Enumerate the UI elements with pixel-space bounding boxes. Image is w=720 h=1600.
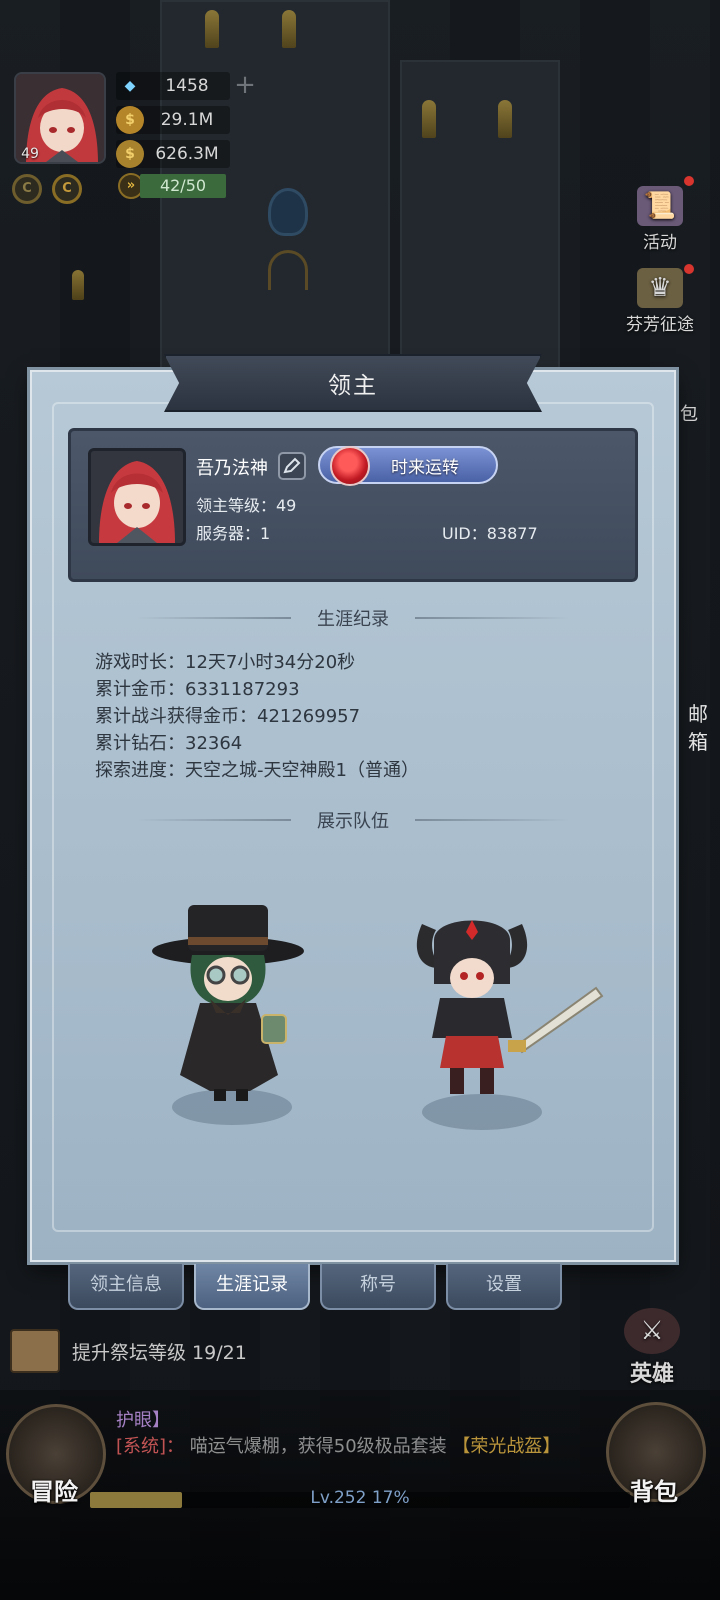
pencil-icon — [283, 457, 301, 474]
crown-icon: ♛ — [637, 268, 683, 308]
stat-total-gold: 累计金币：6331187293 — [95, 679, 300, 700]
tab-titles[interactable]: 称号 — [320, 1264, 436, 1310]
vip-token-icon[interactable]: C — [52, 174, 82, 204]
stat-battle-gold: 累计战斗获得金币：421269957 — [95, 706, 361, 727]
mage-hero-sprite-icon — [152, 905, 304, 1101]
journey-notification-dot — [684, 264, 694, 274]
divider-line — [136, 819, 291, 821]
chat-tag: 护眼】 — [116, 1410, 170, 1431]
coin-counter: $ 626.3M — [116, 140, 230, 168]
team-section-header: 展示队伍 — [136, 808, 570, 832]
lamp-window — [72, 270, 84, 300]
knight-hero-sprite-icon — [416, 920, 604, 1094]
lord-name: 吾乃法神 — [196, 458, 268, 479]
tab-lord-info[interactable]: 领主信息 — [68, 1264, 184, 1310]
adventure-label: 冒险 — [30, 1478, 78, 1506]
quest-text: 提升祭坛等级 19/21 — [72, 1341, 247, 1364]
gold-counter: $ 29.1M — [116, 106, 230, 134]
career-header-label: 生涯纪录 — [317, 609, 389, 630]
journey-button[interactable]: ♛ 芬芳征途 — [618, 268, 702, 335]
castle-window — [282, 10, 296, 48]
level-progress-text: Lv.252 17% — [310, 1488, 410, 1508]
chat-item-name: 【荣光战盔】 — [452, 1436, 561, 1457]
team-header-label: 展示队伍 — [317, 811, 389, 832]
bag-label-partial: 包 — [680, 404, 698, 425]
castle-window — [422, 100, 436, 138]
coin-icon: $ — [116, 140, 144, 168]
lord-portrait-icon — [91, 451, 183, 543]
castle-window — [498, 100, 512, 138]
chat-message: 喵运气爆棚，获得50级极品套装 — [189, 1436, 447, 1457]
diamond-value: 1458 — [165, 76, 209, 96]
panel-title-banner: 领主 — [164, 354, 542, 412]
system-chat[interactable]: 护眼】 [系统]： 喵运气爆棚，获得50级极品套装 【荣光战盔】 — [116, 1408, 596, 1488]
lord-avatar[interactable] — [88, 448, 186, 546]
stat-exploration-progress: 探索进度：天空之城-天空神殿1（普通） — [95, 760, 419, 781]
stat-total-diamonds: 累计钻石：32364 — [95, 733, 243, 754]
heroes-button[interactable]: ⚔ 英雄 — [610, 1308, 694, 1388]
gold-coin-icon: $ — [116, 106, 144, 134]
heroes-helmet-icon: ⚔ — [624, 1308, 680, 1354]
chat-system-tag: [系统]： — [116, 1436, 185, 1457]
team-hero-knight[interactable] — [410, 900, 604, 1130]
diamond-icon: ◆ — [124, 78, 136, 94]
tab-settings[interactable]: 设置 — [446, 1264, 562, 1310]
activity-label: 活动 — [643, 233, 677, 253]
panel-title: 领主 — [328, 373, 378, 399]
castle-arch — [268, 250, 308, 290]
lord-title-text: 时来运转 — [391, 457, 459, 478]
castle-window — [205, 10, 219, 48]
experience-bar: Lv.252 17% — [90, 1488, 630, 1508]
divider-line — [136, 617, 291, 619]
server-info: 服务器：1 — [196, 524, 271, 543]
divider-line — [415, 617, 570, 619]
tab-career-record[interactable]: 生涯记录 — [194, 1264, 310, 1310]
rose-emblem-icon — [330, 446, 370, 486]
gold-value: 29.1M — [160, 110, 214, 130]
journey-label: 芬芳征途 — [626, 315, 694, 335]
rose-window — [268, 188, 308, 236]
edit-name-icon[interactable] — [278, 452, 306, 480]
add-diamond-plus-icon[interactable]: + — [234, 72, 256, 98]
diamond-counter: ◆ 1458 — [116, 72, 230, 100]
activity-button[interactable]: 📜 活动 — [618, 186, 702, 253]
activity-scroll-icon: 📜 — [637, 186, 683, 226]
player-level-badge: 49 — [21, 146, 39, 162]
career-section-header: 生涯纪录 — [136, 606, 570, 630]
uid-info: UID：83877 — [442, 524, 538, 543]
heroes-label: 英雄 — [629, 1362, 674, 1387]
bag-label: 背包 — [630, 1478, 678, 1506]
energy-bar: 42/50 — [140, 174, 226, 198]
stat-play-time: 游戏时长：12天7小时34分20秒 — [95, 652, 356, 673]
quest-book-icon — [10, 1329, 60, 1373]
mail-label[interactable]: 邮箱 — [688, 700, 708, 756]
lord-level: 领主等级：49 — [196, 496, 297, 515]
team-hero-mage[interactable] — [150, 895, 310, 1125]
divider-line — [415, 819, 570, 821]
buff-token-icon[interactable]: C — [12, 174, 42, 204]
activity-notification-dot — [684, 176, 694, 186]
coin-value: 626.3M — [155, 144, 219, 164]
quest-tracker[interactable]: 提升祭坛等级 19/21 — [10, 1328, 350, 1374]
